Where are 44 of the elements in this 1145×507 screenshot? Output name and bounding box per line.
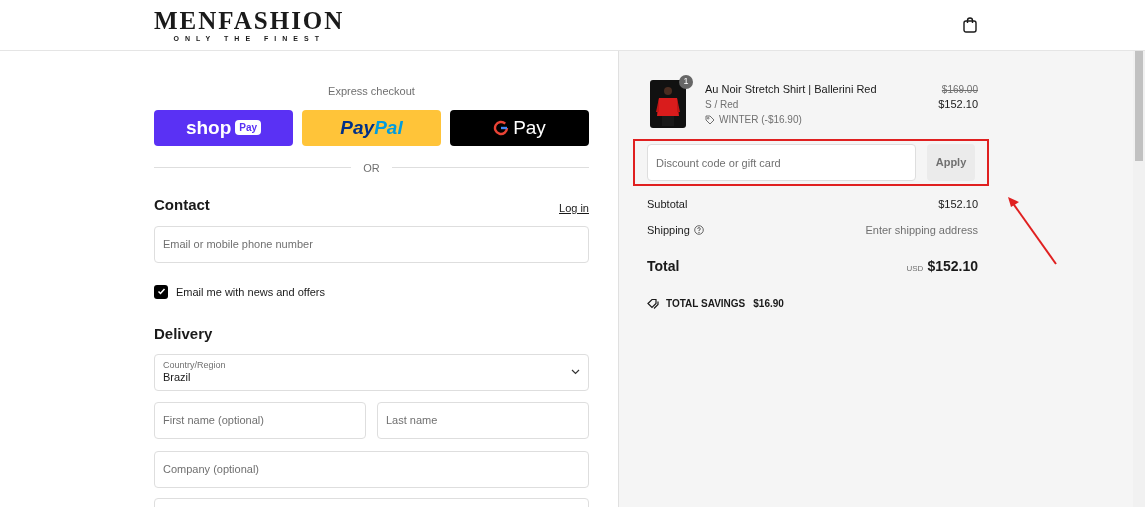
total-label: Total <box>647 257 680 276</box>
log-in-link[interactable]: Log in <box>559 200 589 217</box>
product-name: Au Noir Stretch Shirt | Ballerini Red <box>705 82 878 97</box>
google-pay-button[interactable]: Pay <box>450 109 589 146</box>
apply-button[interactable]: Apply <box>927 144 975 181</box>
quantity-badge: 1 <box>679 75 693 89</box>
country-label: Country/Region <box>163 359 226 371</box>
first-name-field[interactable]: First name (optional) <box>154 401 366 439</box>
chevron-down-icon <box>571 369 580 375</box>
country-value: Brazil <box>163 370 192 385</box>
express-checkout-title: Express checkout <box>327 84 416 99</box>
total-savings-label: TOTAL SAVINGS <box>666 297 746 311</box>
subtotal-value: $152.10 <box>938 197 978 212</box>
shopping-bag-icon[interactable] <box>963 17 977 33</box>
email-field[interactable]: Email or mobile phone number <box>154 225 589 263</box>
or-separator: OR <box>363 160 380 176</box>
product-discount: WINTER (-$16.90) <box>719 113 802 127</box>
annotation-arrow <box>1006 196 1058 266</box>
paypal-button[interactable]: PayPal <box>302 109 441 146</box>
shop-pay-button[interactable]: shop Pay <box>154 109 293 146</box>
tags-icon <box>647 298 660 309</box>
currency-code: USD <box>906 263 924 275</box>
delivery-heading: Delivery <box>154 324 214 344</box>
last-name-field[interactable]: Last name <box>377 401 589 439</box>
company-field[interactable]: Company (optional) <box>154 450 589 488</box>
shipping-value: Enter shipping address <box>865 222 978 238</box>
total-savings-value: $16.90 <box>753 297 784 311</box>
contact-heading: Contact <box>154 195 210 215</box>
newsletter-checkbox[interactable] <box>154 284 168 299</box>
original-price: $169.00 <box>941 83 978 97</box>
checkmark-icon <box>156 287 166 297</box>
google-g-icon <box>493 119 510 136</box>
scrollbar-thumb[interactable] <box>1135 51 1143 161</box>
logo: MENFASHION <box>154 7 345 34</box>
discount-code-field[interactable]: Discount code or gift card <box>647 144 916 181</box>
country-select[interactable]: Country/Region Brazil <box>154 353 589 391</box>
product-variant: S / Red <box>705 98 740 112</box>
help-icon[interactable] <box>693 224 704 235</box>
subtotal-label: Subtotal <box>647 197 688 212</box>
newsletter-label: Email me with news and offers <box>176 284 325 300</box>
tag-icon <box>705 114 715 125</box>
shipping-label: Shipping <box>647 222 690 238</box>
total-value: $152.10 <box>927 257 978 276</box>
product-price: $152.10 <box>938 97 978 112</box>
